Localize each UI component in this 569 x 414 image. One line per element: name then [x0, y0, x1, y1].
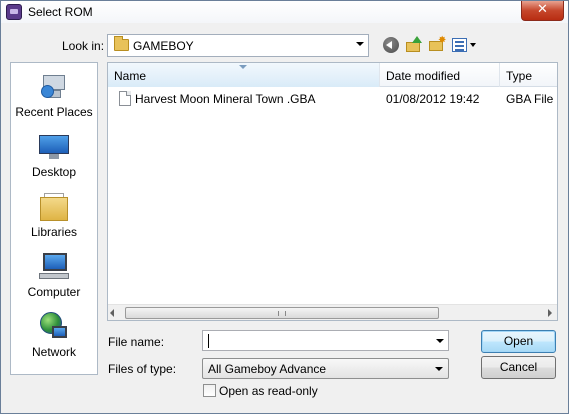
scroll-left-icon[interactable]: [110, 309, 114, 317]
horizontal-scrollbar[interactable]: [108, 304, 557, 320]
grip-icon: [278, 311, 286, 316]
place-recent-places[interactable]: Recent Places: [11, 67, 97, 123]
back-icon[interactable]: [383, 37, 399, 53]
file-row[interactable]: Harvest Moon Mineral Town .GBA 01/08/201…: [108, 89, 557, 107]
look-in-combobox[interactable]: GAMEBOY: [107, 34, 369, 57]
chevron-down-icon[interactable]: [356, 42, 364, 46]
text-caret: [208, 334, 209, 348]
file-name: Harvest Moon Mineral Town .GBA: [135, 92, 316, 106]
file-icon: [119, 91, 131, 106]
cancel-button[interactable]: Cancel: [481, 356, 556, 379]
views-menu-icon[interactable]: [452, 36, 478, 54]
open-button[interactable]: Open: [481, 330, 556, 353]
place-label: Desktop: [31, 165, 77, 179]
chevron-down-icon[interactable]: [436, 339, 444, 343]
place-label: Recent Places: [15, 105, 93, 119]
file-date-modified: 01/08/2012 19:42: [386, 92, 480, 106]
app-icon: [6, 4, 22, 20]
files-of-type-value: All Gameboy Advance: [208, 362, 327, 376]
place-libraries[interactable]: Libraries: [11, 187, 97, 243]
computer-icon: [39, 253, 69, 281]
column-header-type[interactable]: Type: [500, 63, 557, 87]
scroll-right-icon[interactable]: [548, 309, 552, 317]
sort-ascending-icon: [239, 65, 247, 69]
file-name-input[interactable]: [202, 330, 449, 351]
file-type: GBA File: [506, 92, 554, 106]
places-bar: Recent Places Desktop Libraries Computer…: [10, 62, 98, 375]
read-only-label: Open as read-only: [219, 384, 318, 398]
chevron-down-icon: [435, 367, 443, 371]
place-label: Libraries: [30, 225, 78, 239]
new-folder-icon[interactable]: ✸: [429, 35, 446, 52]
select-rom-dialog: Select ROM ✕ Look in: GAMEBOY ✸ Recent P…: [0, 0, 569, 414]
desktop-icon: [39, 135, 69, 159]
look-in-label: Look in:: [62, 39, 105, 53]
read-only-checkbox[interactable]: [203, 384, 216, 397]
column-header-row: Name Date modified Type: [108, 63, 557, 87]
folder-icon: [114, 36, 129, 51]
close-button[interactable]: ✕: [521, 1, 564, 21]
look-in-value: GAMEBOY: [133, 39, 194, 53]
files-of-type-select[interactable]: All Gameboy Advance: [202, 358, 449, 379]
libraries-icon: [40, 193, 68, 221]
up-folder-icon[interactable]: [406, 36, 422, 53]
place-label: Network: [31, 345, 76, 359]
place-label: Computer: [27, 285, 81, 299]
window-title: Select ROM: [28, 5, 93, 19]
recent-places-icon: [41, 73, 67, 101]
place-network[interactable]: Network: [11, 307, 97, 363]
file-list: Name Date modified Type Harvest Moon Min…: [107, 62, 558, 321]
file-name-label: File name:: [108, 335, 165, 349]
place-desktop[interactable]: Desktop: [11, 127, 97, 183]
title-bar: Select ROM ✕: [1, 1, 568, 23]
network-icon: [40, 312, 68, 342]
files-of-type-label: Files of type:: [108, 362, 177, 376]
place-computer[interactable]: Computer: [11, 247, 97, 303]
column-header-date-modified[interactable]: Date modified: [380, 63, 500, 87]
scrollbar-thumb[interactable]: [125, 307, 439, 319]
